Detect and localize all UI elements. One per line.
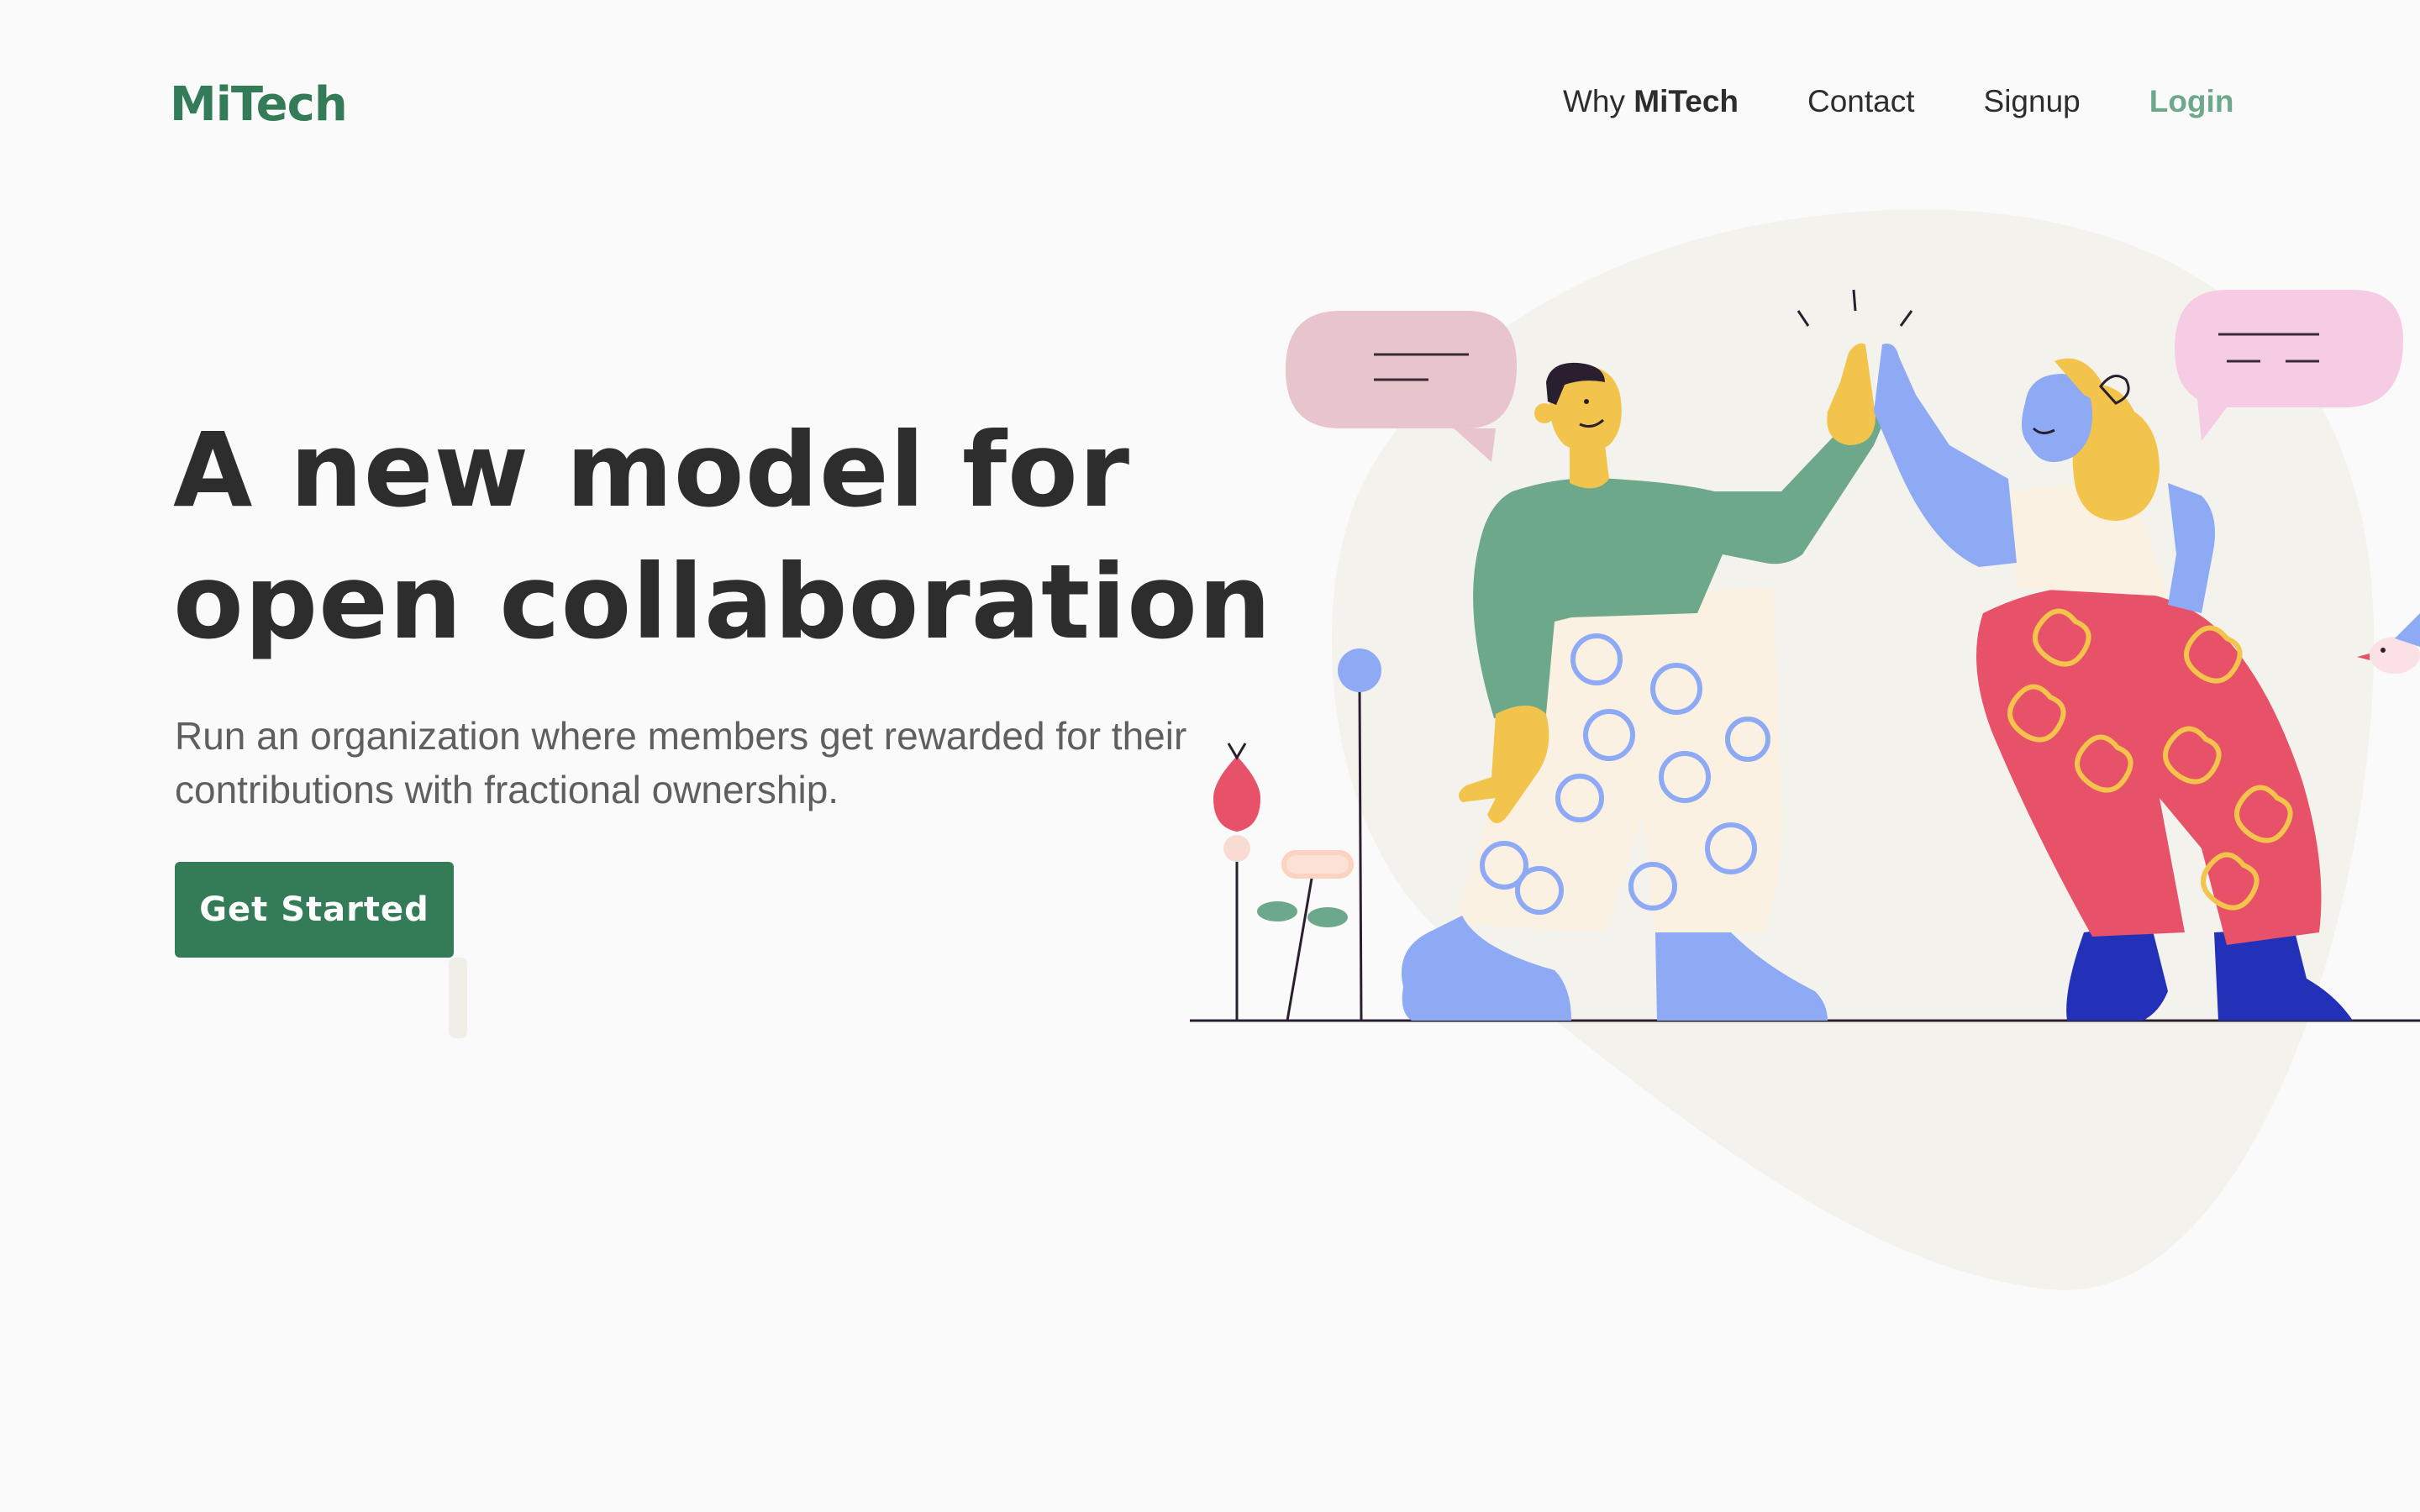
headline-line-2: open collaboration [173,543,1272,662]
nav-login[interactable]: Login [2149,84,2234,119]
hero-subtitle: Run an organization where members get re… [175,714,1187,811]
get-started-button[interactable]: Get Started [175,862,454,958]
high-five-illustration [1190,209,2420,1290]
nav-why-brand: MiTech [1634,84,1739,118]
main-nav: Why MiTech Contact Signup Login [1563,84,2233,119]
logo[interactable]: MiTech [170,77,348,132]
leaf-icon [1257,850,1354,1021]
nav-why-mitech[interactable]: Why MiTech [1563,84,1739,119]
nav-contact[interactable]: Contact [1807,84,1915,119]
headline-line-1: A new model for [173,411,1131,530]
flower-icon [1213,743,1260,1021]
nav-signup[interactable]: Signup [1984,84,2081,119]
hero-headline: A new model for open collaboration [173,405,1272,669]
decorative-bar [449,958,467,1038]
nav-why-prefix: Why [1563,84,1634,118]
